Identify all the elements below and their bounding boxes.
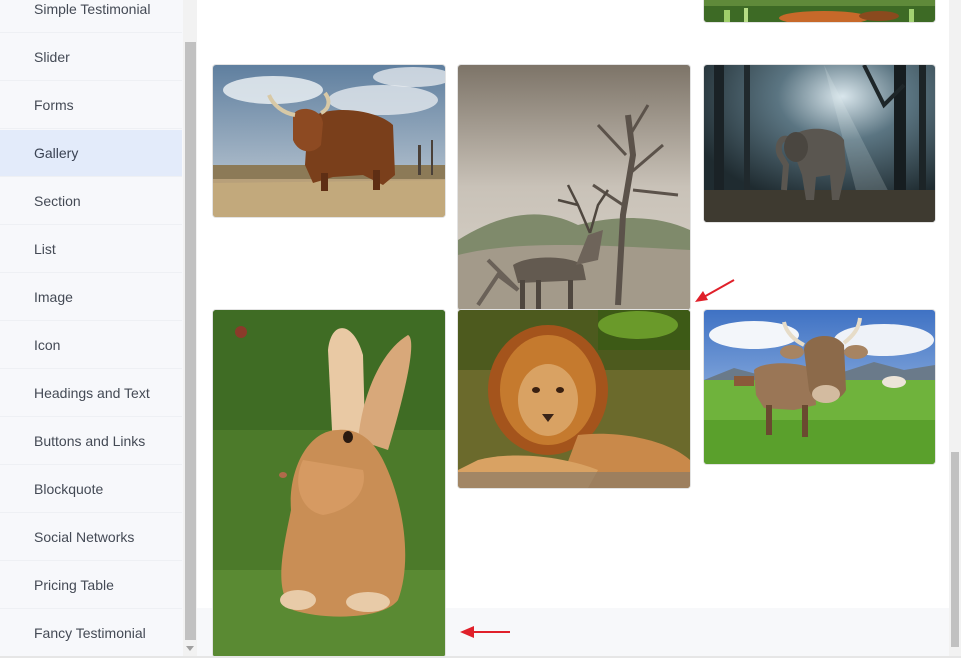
sidebar-item-simple-testimonial[interactable]: Simple Testimonial (0, 0, 182, 33)
sidebar-item-label: Gallery (34, 145, 79, 161)
sidebar-item-label: Blockquote (34, 481, 104, 497)
sidebar-item-slider[interactable]: Slider (0, 34, 182, 81)
sidebar-item-gallery[interactable]: Gallery (0, 130, 182, 177)
gallery-image-deer[interactable] (458, 65, 690, 310)
gallery-image-lion[interactable] (458, 310, 690, 488)
gallery-image-fox[interactable] (704, 0, 935, 22)
sidebar-item-blockquote[interactable]: Blockquote (0, 466, 182, 513)
gallery-image-elephant[interactable] (704, 65, 935, 222)
sidebar-item-label: Buttons and Links (34, 433, 146, 449)
sidebar-item-label: Slider (34, 49, 70, 65)
sidebar-item-headings-and-text[interactable]: Headings and Text (0, 370, 182, 417)
sidebar-item-label: Fancy Testimonial (34, 625, 146, 641)
sidebar-item-social-networks[interactable]: Social Networks (0, 514, 182, 561)
annotation-arrow-icon (695, 279, 735, 302)
scroll-down-arrow-icon[interactable] (186, 646, 194, 651)
annotation-arrow-icon (460, 626, 510, 638)
sidebar-item-section[interactable]: Section (0, 178, 182, 225)
sidebar-item-label: Social Networks (34, 529, 135, 545)
sidebar-item-label: Forms (34, 97, 74, 113)
sidebar-item-label: List (34, 241, 56, 257)
sidebar-item-buttons-and-links[interactable]: Buttons and Links (0, 418, 182, 465)
sidebar-item-label: Icon (34, 337, 61, 353)
gallery-image-cow[interactable] (704, 310, 935, 464)
sidebar-item-label: Simple Testimonial (34, 1, 151, 17)
sidebar-item-icon[interactable]: Icon (0, 322, 182, 369)
main-scrollbar-thumb[interactable] (951, 452, 959, 647)
sidebar-item-label: Section (34, 193, 81, 209)
sidebar-item-forms[interactable]: Forms (0, 82, 182, 129)
sidebar-item-pricing-table[interactable]: Pricing Table (0, 562, 182, 609)
sidebar-item-fancy-testimonial[interactable]: Fancy Testimonial (0, 610, 182, 657)
sidebar-item-label: Pricing Table (34, 577, 114, 593)
gallery-image-highland-cattle[interactable] (213, 65, 445, 217)
sidebar-item-list[interactable]: List (0, 226, 182, 273)
gallery-image-rabbit[interactable] (213, 310, 445, 657)
sidebar-item-image[interactable]: Image (0, 274, 182, 321)
sidebar-scrollbar-thumb[interactable] (185, 42, 196, 640)
sidebar: Simple Testimonial Slider Forms Gallery … (0, 0, 183, 658)
sidebar-item-label: Headings and Text (34, 385, 150, 401)
sidebar-item-label: Image (34, 289, 73, 305)
